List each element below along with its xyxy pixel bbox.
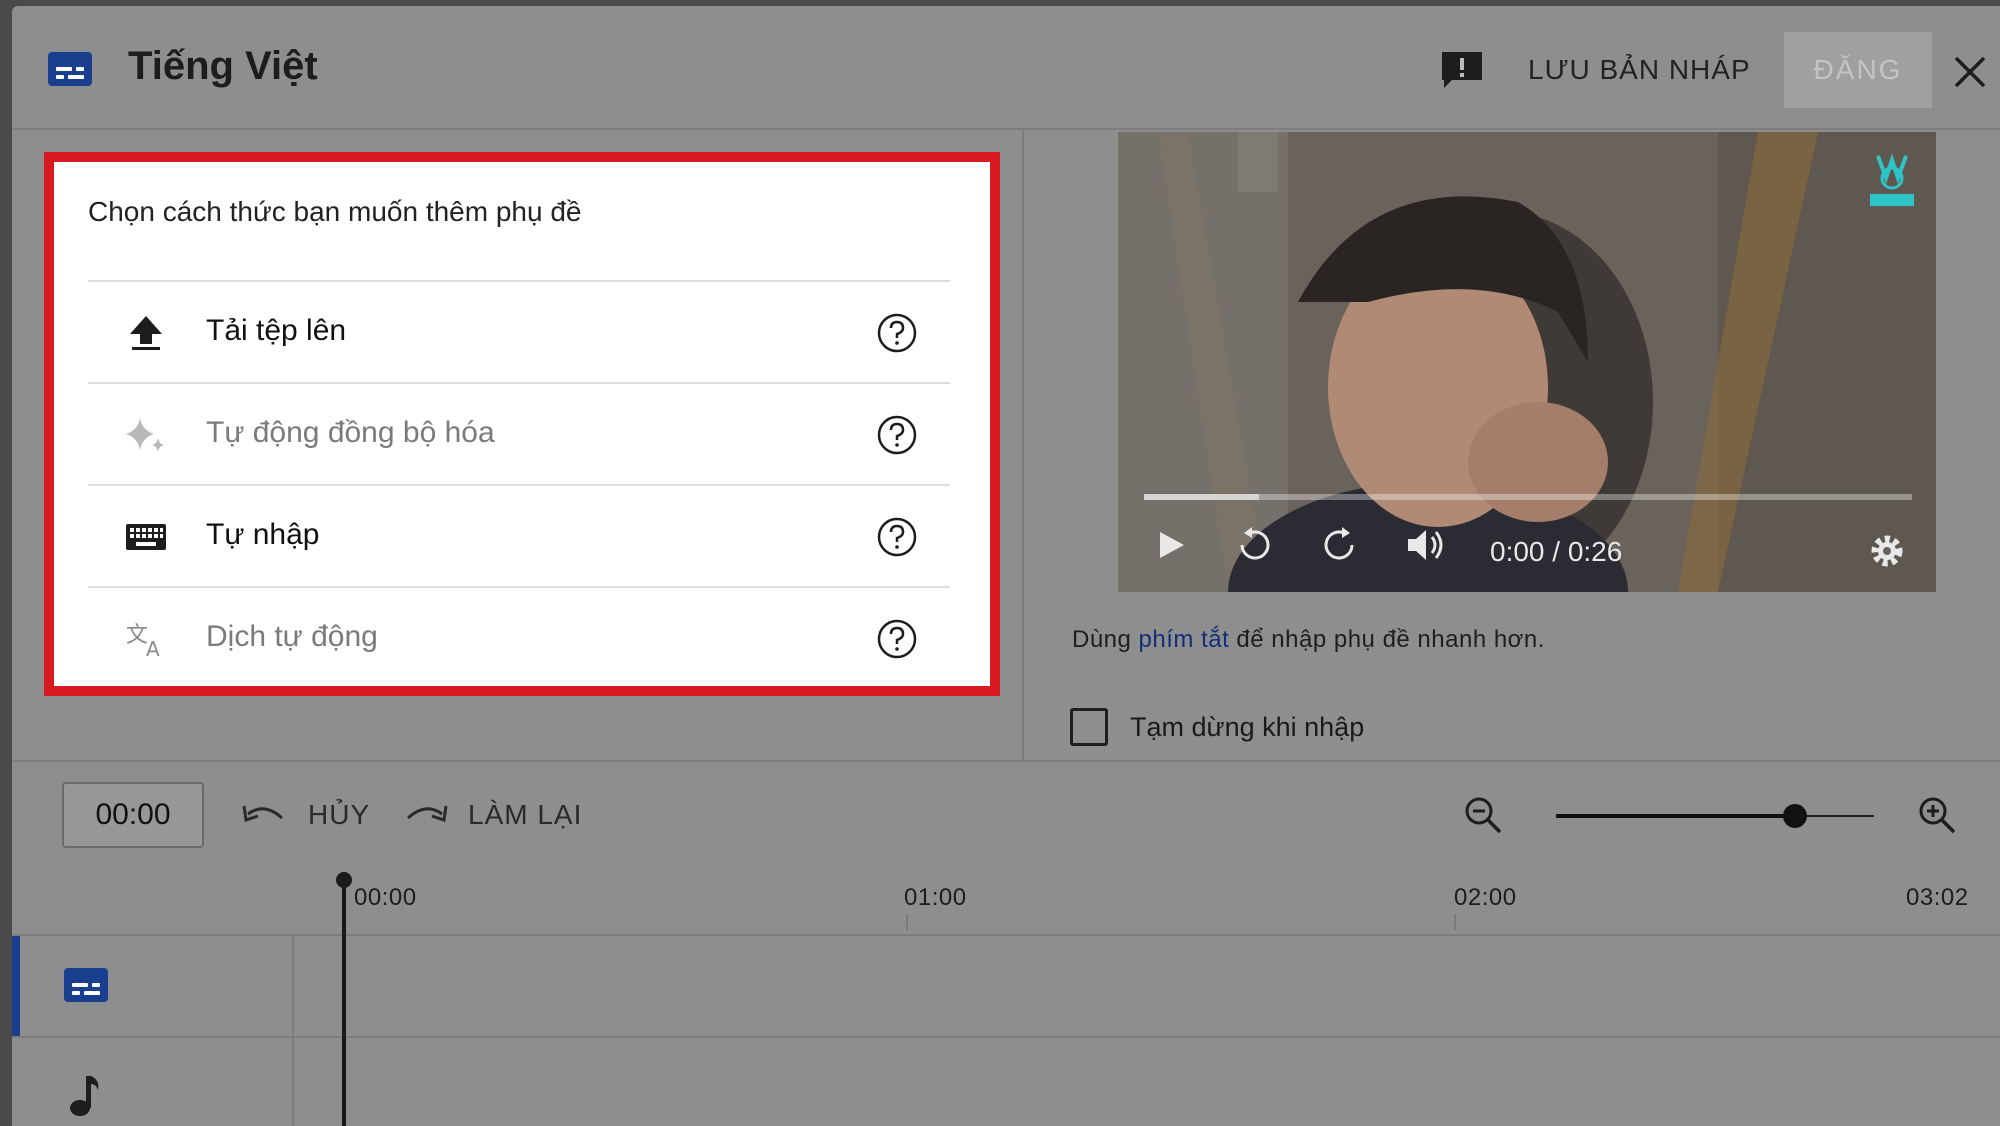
video-frame xyxy=(1118,132,1936,592)
sparkle-icon xyxy=(126,418,164,452)
pause-while-typing-checkbox[interactable] xyxy=(1070,708,1108,746)
music-note-icon xyxy=(70,1076,99,1116)
feedback-icon[interactable] xyxy=(1440,50,1484,90)
zoom-in-icon[interactable] xyxy=(1916,794,1958,836)
option-upload-file[interactable]: Tải tệp lên xyxy=(88,280,950,382)
rewind-10-icon[interactable] xyxy=(1234,524,1276,566)
upload-icon xyxy=(130,316,162,350)
keyboard-icon xyxy=(126,524,166,550)
play-icon[interactable] xyxy=(1150,524,1192,566)
redo-button[interactable]: LÀM LẠI xyxy=(402,790,582,840)
help-icon[interactable] xyxy=(876,312,918,354)
close-icon[interactable] xyxy=(1952,54,1988,90)
undo-button[interactable]: HỦY xyxy=(242,790,370,840)
current-time-input[interactable] xyxy=(62,782,204,848)
shortcut-hint: Dùng phím tắt để nhập phụ đề nhanh hơn. xyxy=(1072,626,1545,654)
save-draft-button[interactable]: LƯU BẢN NHÁP xyxy=(1528,54,1751,86)
video-time: 0:00 / 0:26 xyxy=(1490,536,1623,567)
timeline-label: 00:00 xyxy=(354,884,417,911)
keyboard-shortcuts-link[interactable]: phím tắt xyxy=(1139,626,1230,653)
add-subtitle-method-panel: Chọn cách thức bạn muốn thêm phụ đề Tải … xyxy=(44,152,1000,696)
forward-10-icon[interactable] xyxy=(1318,524,1360,566)
zoom-slider-thumb[interactable] xyxy=(1783,804,1807,828)
playhead[interactable] xyxy=(336,872,352,1126)
option-auto-translate[interactable]: 文 A Dịch tự động xyxy=(88,586,950,688)
pause-while-typing-label: Tạm dừng khi nhập xyxy=(1130,712,1365,742)
panel-divider xyxy=(1022,130,1024,760)
timeline-zoom-slider[interactable] xyxy=(1556,796,1874,836)
option-label: Tự động đồng bộ hóa xyxy=(206,416,495,449)
zoom-out-icon[interactable] xyxy=(1462,794,1504,836)
toolbar-divider xyxy=(12,760,2000,762)
subtitle-editor-dialog: Tiếng Việt LƯU BẢN NHÁP ĐĂNG Chọn cách t… xyxy=(12,6,2000,1126)
help-icon[interactable] xyxy=(876,516,918,558)
timeline-label: 03:02 xyxy=(1906,884,1969,911)
track-column-divider xyxy=(292,936,294,1126)
option-label: Tự nhập xyxy=(206,518,320,551)
redo-icon xyxy=(407,805,448,822)
video-player[interactable]: 0:00 / 0:26 xyxy=(1118,132,1936,592)
subtitle-track-icon[interactable] xyxy=(64,968,108,1002)
track-divider xyxy=(12,1036,2000,1038)
timeline-label: 01:00 xyxy=(904,884,967,911)
option-auto-sync[interactable]: Tự động đồng bộ hóa xyxy=(88,382,950,484)
active-track-indicator xyxy=(12,936,20,1036)
hint-text: Dùng xyxy=(1072,626,1139,653)
dialog-header: Tiếng Việt LƯU BẢN NHÁP ĐĂNG xyxy=(12,6,2000,130)
help-icon[interactable] xyxy=(876,618,918,660)
volume-icon[interactable] xyxy=(1404,524,1446,566)
timeline-tick xyxy=(1454,914,1456,930)
option-type-manually[interactable]: Tự nhập xyxy=(88,484,950,586)
help-icon[interactable] xyxy=(876,414,918,456)
translate-icon: 文 A xyxy=(126,623,160,658)
redo-label: LÀM LẠI xyxy=(468,799,583,830)
playhead-handle[interactable] xyxy=(336,872,352,888)
svg-text:A: A xyxy=(146,637,160,658)
option-label: Tải tệp lên xyxy=(206,314,347,347)
publish-button[interactable]: ĐĂNG xyxy=(1784,32,1932,108)
option-label: Dịch tự động xyxy=(206,620,378,653)
undo-label: HỦY xyxy=(308,799,371,830)
svg-text:文: 文 xyxy=(126,623,148,648)
gear-icon[interactable] xyxy=(1866,530,1908,572)
timeline[interactable]: 00:00 01:00 02:00 03:02 xyxy=(12,866,2000,1126)
subtitles-icon xyxy=(48,52,92,86)
timeline-label: 02:00 xyxy=(1454,884,1517,911)
timeline-tick xyxy=(906,914,908,930)
undo-icon xyxy=(242,805,283,822)
page-title: Tiếng Việt xyxy=(128,44,318,88)
method-prompt: Chọn cách thức bạn muốn thêm phụ đề xyxy=(88,196,582,227)
track-divider xyxy=(12,934,2000,936)
vlive-logo xyxy=(1870,153,1914,206)
hint-text: để nhập phụ đề nhanh hơn. xyxy=(1229,626,1545,653)
video-seek-bar[interactable] xyxy=(1144,494,1912,500)
